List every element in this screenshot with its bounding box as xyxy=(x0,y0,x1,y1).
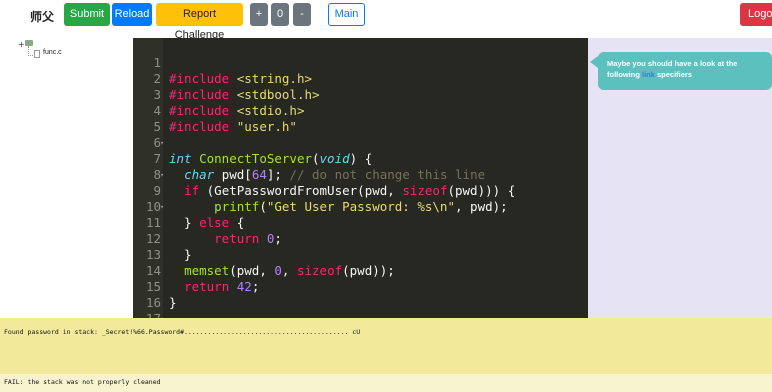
top-toolbar: 师父 Submit Reload Report Challenge + 0 - … xyxy=(0,0,772,41)
code-line: 1 #include <string.h> xyxy=(133,39,588,86)
zoom-in-button[interactable]: + xyxy=(250,3,268,26)
hint-link[interactable]: link xyxy=(642,70,655,79)
code-line: 8 if (GetPasswordFromUser(pwd, sizeof(pw… xyxy=(133,151,588,198)
app-logo-text: 师父 xyxy=(30,10,55,24)
code-line: 3 #include <stdio.h> xyxy=(133,71,588,118)
code-line: 13 memset(pwd, 0, sizeof(pwd)); xyxy=(133,231,588,278)
code-line: 2 #include <stdbool.h> xyxy=(133,55,588,102)
hint-panel: Maybe you should have a look at the foll… xyxy=(588,38,772,318)
result-status-bar: FAIL: the stack was not properly cleaned xyxy=(0,374,772,392)
code-line: 7 char pwd[64]; // do not change this li… xyxy=(133,135,588,182)
code-line: 16 xyxy=(133,279,588,310)
file-tree: + func.c xyxy=(15,38,133,318)
tree-connector xyxy=(28,46,33,56)
reload-button[interactable]: Reload xyxy=(112,3,152,26)
code-line: 5 xyxy=(133,103,588,134)
main-button[interactable]: Main xyxy=(328,3,365,26)
code-line: 15 } xyxy=(133,263,588,310)
code-line: 9 printf("Get User Password: %s\n", pwd)… xyxy=(133,167,588,214)
report-challenge-button[interactable]: Report Challenge xyxy=(156,3,243,41)
code-line: 17 int _main(void) { xyxy=(133,295,588,318)
hint-message: Maybe you should have a look at the foll… xyxy=(590,52,772,90)
code-line: 14 return 42; xyxy=(133,247,588,294)
code-editor[interactable]: 1 #include <string.h> 2 #include <stdboo… xyxy=(133,38,588,318)
zoom-out-button[interactable]: - xyxy=(293,3,311,26)
zoom-level-button[interactable]: 0 xyxy=(271,3,289,26)
output-panel: Found password in stack: _Secret!%66.Pas… xyxy=(0,318,772,374)
code-line: 11 return 0; xyxy=(133,199,588,246)
code-line: 12 } xyxy=(133,215,588,262)
code-line: 10 } else { xyxy=(133,183,588,230)
code-line: 6 int ConnectToServer(void) { xyxy=(133,119,588,166)
submit-button[interactable]: Submit xyxy=(64,3,110,26)
code-line: 4 #include "user.h" xyxy=(133,87,588,134)
hint-text-end: specifiers xyxy=(654,70,693,79)
result-status-text: FAIL: the stack was not properly cleaned xyxy=(4,378,161,386)
file-icon[interactable] xyxy=(34,50,40,58)
file-item-func-c[interactable]: func.c xyxy=(43,49,62,56)
tree-expand-toggle[interactable]: + xyxy=(18,40,25,49)
logout-button[interactable]: Logout xyxy=(740,3,772,26)
output-message: Found password in stack: _Secret!%66.Pas… xyxy=(4,328,361,336)
code-line: 18 int connHandle; xyxy=(133,311,588,318)
